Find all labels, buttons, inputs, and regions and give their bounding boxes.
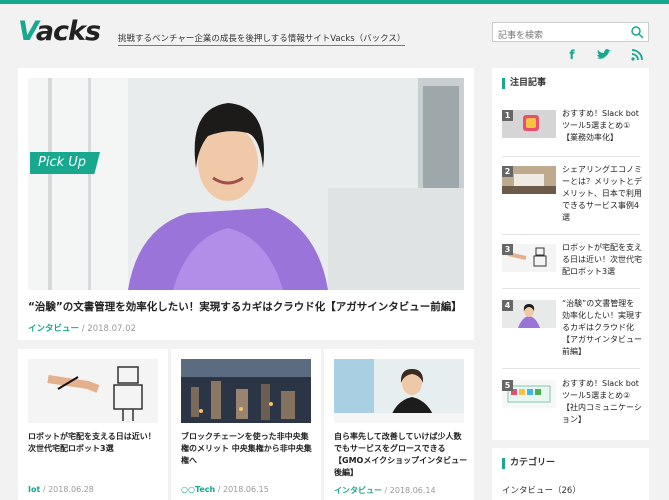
site-header: Vacks 挑戦するベンチャー企業の成長を後押しする情報サイトVacks（バック… xyxy=(0,4,669,64)
rank-badge: 3 xyxy=(502,244,513,255)
pickup-meta: インタビュー / 2018.07.02 xyxy=(28,322,136,334)
pickup-category[interactable]: インタビュー xyxy=(28,324,79,334)
article-thumbnail[interactable] xyxy=(28,359,158,423)
article-meta: Iot / 2018.06.28 xyxy=(28,485,94,494)
category-item[interactable]: インタビュー（26） xyxy=(502,484,581,496)
article-title[interactable]: ロボットが宅配を支える日は近い！次世代宅配ロボット3選 xyxy=(28,431,162,455)
divider xyxy=(502,234,640,235)
pickup-badge: Pick Up xyxy=(30,152,100,174)
article-meta: ○○Tech / 2018.06.15 xyxy=(181,485,269,494)
facebook-icon[interactable]: f xyxy=(564,48,580,62)
article-meta: インタビュー / 2018.06.14 xyxy=(334,486,436,495)
site-logo[interactable]: Vacks xyxy=(18,16,101,47)
site-tagline: 挑戦するベンチャー企業の成長を後押しする情報サイトVacks（バックス） xyxy=(118,34,406,46)
article-thumbnail[interactable] xyxy=(181,359,311,423)
popular-heading: 注目記事 xyxy=(502,78,546,89)
category-widget: カテゴリー インタビュー（26） xyxy=(492,448,649,500)
pickup-date: / 2018.07.02 xyxy=(81,324,136,334)
popular-title[interactable]: ロボットが宅配を支える日は近い！次世代宅配ロボット3選 xyxy=(562,242,642,278)
article-thumbnail[interactable] xyxy=(334,359,464,423)
article-card[interactable]: ロボットが宅配を支える日は近い！次世代宅配ロボット3選 Iot / 2018.0… xyxy=(18,349,168,500)
popular-title[interactable]: シェアリングエコノミーとは？メリットとデメリット、日本で利用できるサービス事例4… xyxy=(562,164,642,224)
pickup-image[interactable] xyxy=(28,78,464,290)
article-card[interactable]: ブロックチェーンを使った非中央集権のメリット 中央集権から非中央集権へ ○○Te… xyxy=(171,349,321,500)
rank-badge: 1 xyxy=(502,110,513,121)
popular-articles-widget: 注目記事 1 おすすめ！Slack botツール5選まとめ①【業務効率化】 2 … xyxy=(492,68,649,440)
category-heading: カテゴリー xyxy=(502,458,555,469)
pickup-title[interactable]: “治験”の文書管理を効率化したい！実現するカギはクラウド化【アガサインタビュー前… xyxy=(28,299,462,314)
rank-badge: 4 xyxy=(502,300,513,311)
pickup-article[interactable]: Pick Up “治験”の文書管理を効率化したい！実現するカギはクラウド化【アガ… xyxy=(18,68,474,340)
divider xyxy=(502,156,640,157)
article-title[interactable]: ブロックチェーンを使った非中央集権のメリット 中央集権から非中央集権へ xyxy=(181,431,315,467)
rank-badge: 5 xyxy=(502,380,513,391)
twitter-icon[interactable] xyxy=(596,49,612,61)
popular-title[interactable]: “治験”の文書管理を効率化したい！実現するカギはクラウド化【アガサインタビュー前… xyxy=(562,298,642,358)
popular-title[interactable]: おすすめ！Slack botツール5選まとめ①【業務効率化】 xyxy=(562,108,642,144)
divider xyxy=(502,288,640,289)
rss-icon[interactable] xyxy=(629,49,645,61)
article-card[interactable]: 自ら率先して改善していけば少人数でもサービスをグロースできる【GMOメイクショッ… xyxy=(324,349,474,500)
search-input[interactable] xyxy=(493,27,623,45)
popular-title[interactable]: おすすめ！Slack botツール5選まとめ②【社内コミュニケーション】 xyxy=(562,378,642,426)
rank-badge: 2 xyxy=(502,166,513,177)
article-title[interactable]: 自ら率先して改善していけば少人数でもサービスをグロースできる【GMOメイクショッ… xyxy=(334,431,468,479)
divider xyxy=(502,368,640,369)
search-icon[interactable] xyxy=(630,25,644,39)
search-box xyxy=(492,22,649,45)
